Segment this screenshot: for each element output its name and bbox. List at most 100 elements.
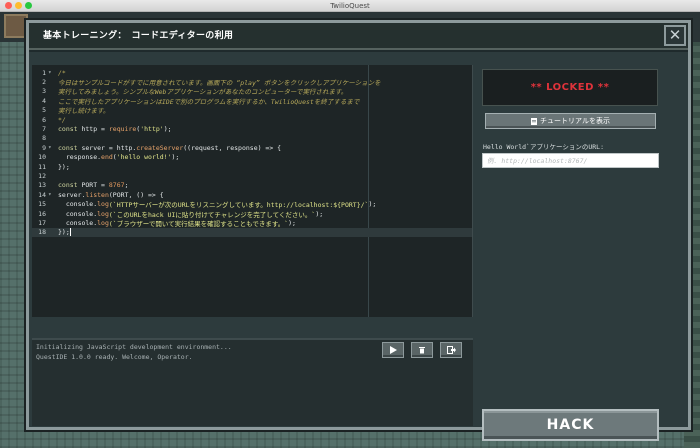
code-token: 実行し続けます。 xyxy=(58,107,110,116)
text-cursor xyxy=(69,228,71,237)
url-input[interactable] xyxy=(482,153,659,168)
exit-button[interactable] xyxy=(440,342,462,358)
code-line[interactable]: 15 console. log (`HTTPサーバーが次のURLをリスニングしていま… xyxy=(32,199,472,209)
line-number: 16 xyxy=(38,209,46,218)
line-number: 4 xyxy=(42,96,46,105)
code-line[interactable]: 2 今日はサンプルコードがすでに用意されています。画面下の “play” ボタンを… xyxy=(32,77,472,87)
code-token: log xyxy=(97,218,109,227)
code-token: ); xyxy=(368,200,377,209)
code-token: ((request, response) => { xyxy=(183,143,282,152)
line-number: 15 xyxy=(38,200,46,209)
code-editor[interactable]: 1 ▾/* 2 今日はサンプルコードがすでに用意されています。画面下の “play” … xyxy=(32,65,473,317)
code-line[interactable]: 10 response. end('hello world!'); xyxy=(32,153,472,162)
console-line: QuestIDE 1.0.0 ready. Welcome, Operator. xyxy=(36,353,193,361)
code-token: createServer xyxy=(136,143,184,152)
code-token: listen xyxy=(85,190,109,199)
code-token: ); xyxy=(315,209,324,218)
code-line[interactable]: 5 実行し続けます。 xyxy=(32,106,472,115)
modal-title: 基本トレーニング： コードエディターの利用 xyxy=(43,31,234,41)
line-number: 18 xyxy=(38,228,46,237)
code-token: 'hello world!' xyxy=(116,153,172,162)
line-number: 3 xyxy=(42,87,46,96)
code-token: const xyxy=(58,181,82,190)
code-line[interactable]: 18}); xyxy=(32,227,472,238)
window-title: TwilioQuest xyxy=(330,2,370,10)
code-lines: 1 ▾/* 2 今日はサンプルコードがすでに用意されています。画面下の “play” … xyxy=(32,68,472,238)
console-output: Initializing JavaScript development envi… xyxy=(32,338,473,426)
objective-panel: ** LOCKED ** チュートリアルを表示 Hello World`アプリケ… xyxy=(477,65,682,441)
modal-body: 1 ▾/* 2 今日はサンプルコードがすでに用意されています。画面下の “play” … xyxy=(29,52,688,441)
line-number: 12 xyxy=(38,171,46,180)
code-line[interactable]: 17 console. log (`ブラウザーで開いて実行結果を確認することもできま… xyxy=(32,218,472,228)
code-token: (`ブラウザーで開いて実行結果を確認することもできます。` xyxy=(108,219,289,228)
code-token: log xyxy=(97,209,109,218)
fold-toggle-icon[interactable]: ▾ xyxy=(48,144,58,151)
code-line[interactable]: 16 console. log (`このURLをhack UIに貼り付けてチャレンジ… xyxy=(32,209,472,219)
code-line[interactable]: 3 実行してみましょう。シンプルなWebアプリケーションがあなたのコンピューターで… xyxy=(32,87,472,96)
player-avatar xyxy=(4,14,28,38)
code-token: const xyxy=(58,125,82,134)
code-token: server. xyxy=(58,190,86,199)
code-token: PORT = xyxy=(81,181,109,190)
code-token: require xyxy=(108,125,137,134)
hack-button[interactable]: HACK xyxy=(482,409,659,441)
code-token: }); xyxy=(58,162,70,171)
code-token: log xyxy=(97,200,109,209)
code-token: console. xyxy=(58,218,98,227)
code-token: /* xyxy=(58,68,66,77)
fold-toggle-icon[interactable]: ▾ xyxy=(48,69,58,76)
code-token: }); xyxy=(58,228,70,237)
line-number: 8 xyxy=(42,134,46,143)
line-number: 13 xyxy=(38,181,46,190)
code-token: console. xyxy=(58,209,98,218)
line-number: 5 xyxy=(42,106,46,115)
fold-toggle-icon[interactable]: ▾ xyxy=(48,191,58,198)
locked-status: ** LOCKED ** xyxy=(482,69,658,106)
document-icon xyxy=(531,117,538,125)
line-number: 14 xyxy=(38,190,46,199)
code-line[interactable]: 1 ▾/* xyxy=(32,68,472,77)
code-line[interactable]: 13 const PORT = 8767; xyxy=(32,181,472,190)
code-token: const xyxy=(58,143,82,152)
line-number: 6 xyxy=(42,115,46,124)
modal-header: 基本トレーニング： コードエディターの利用 ✕ xyxy=(29,23,688,50)
code-token: server = http. xyxy=(81,143,137,152)
play-button[interactable] xyxy=(382,342,404,358)
console-line: Initializing JavaScript development envi… xyxy=(36,343,232,351)
code-token: */ xyxy=(58,115,66,124)
line-number: 1 xyxy=(42,68,46,77)
line-number: 11 xyxy=(38,162,46,171)
code-line[interactable]: 14 ▾ server. listen (PORT, () => { xyxy=(32,190,472,199)
console-lines: Initializing JavaScript development envi… xyxy=(32,342,232,362)
code-line[interactable]: 4 ここで実行したアプリケーションはIDEで別のプログラムを実行するか、Twili… xyxy=(32,96,472,106)
exit-icon xyxy=(446,346,456,354)
code-line[interactable]: 8 xyxy=(32,134,472,143)
line-number: 17 xyxy=(38,218,46,227)
trash-icon xyxy=(419,347,425,354)
code-token: response. xyxy=(58,153,102,162)
code-token: 8767 xyxy=(108,181,125,190)
code-token: ); xyxy=(171,153,180,162)
code-line[interactable]: 9 ▾ const server = http. createServer ((requ… xyxy=(32,143,472,152)
stop-button[interactable] xyxy=(411,342,433,358)
code-token: (PORT, () => { xyxy=(108,190,164,199)
code-line[interactable]: 12 xyxy=(32,171,472,180)
code-line[interactable]: 11}); xyxy=(32,162,472,171)
line-number: 7 xyxy=(42,125,46,134)
code-token: ); xyxy=(163,125,172,134)
line-number: 10 xyxy=(38,153,46,162)
play-icon xyxy=(390,346,397,354)
code-token: http = xyxy=(81,125,109,134)
show-tutorial-button[interactable]: チュートリアルを表示 xyxy=(485,113,656,129)
window-titlebar: TwilioQuest xyxy=(0,0,700,12)
close-button[interactable]: ✕ xyxy=(664,25,686,46)
code-token: ); xyxy=(288,218,296,227)
code-line[interactable]: 6 */ xyxy=(32,115,472,124)
line-number: 9 xyxy=(42,143,46,152)
line-number: 2 xyxy=(42,78,46,87)
code-line[interactable]: 7 const http = require('http'); xyxy=(32,124,472,133)
code-editor-modal: 基本トレーニング： コードエディターの利用 ✕ 1 ▾/* 2 今日はサンプルコードが… xyxy=(26,20,691,441)
code-token: console. xyxy=(58,200,98,209)
editor-controls xyxy=(382,342,462,358)
show-tutorial-label: チュートリアルを表示 xyxy=(540,117,610,125)
